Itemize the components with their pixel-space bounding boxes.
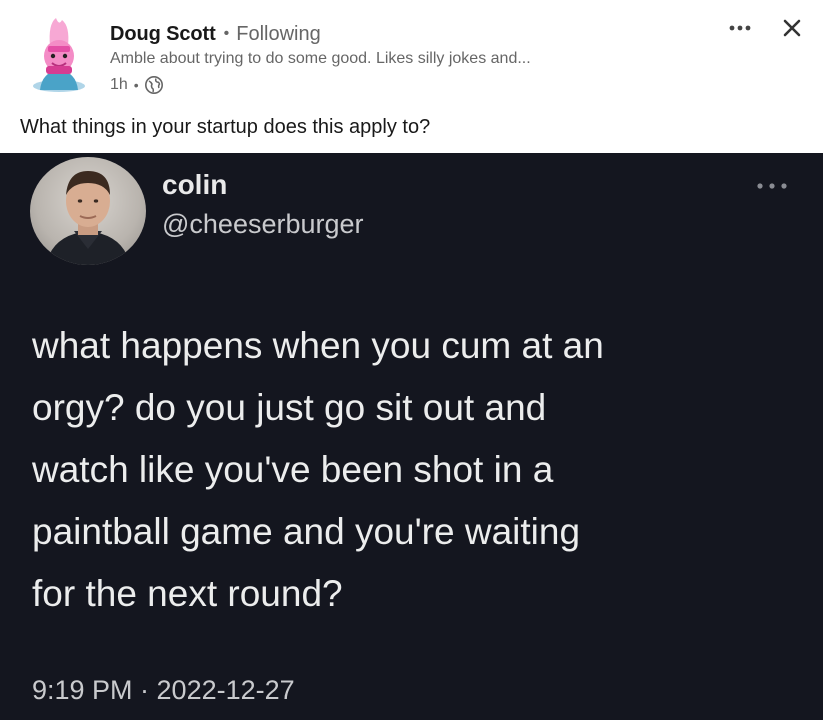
tweet-more-icon <box>752 179 792 191</box>
close-icon <box>783 19 801 37</box>
post-header: Doug Scott • Following Amble about tryin… <box>0 0 823 110</box>
post-text: What things in your startup does this ap… <box>20 116 431 138</box>
author-headline: Amble about trying to do some good. Like… <box>110 50 531 67</box>
tweet-body-line: for the next round? <box>32 573 343 614</box>
author-name[interactable]: Doug Scott <box>110 23 216 46</box>
person-photo-icon <box>46 171 130 265</box>
globe-icon <box>144 75 164 95</box>
close-button[interactable] <box>772 10 812 46</box>
author-name-row: Doug Scott • Following <box>110 22 321 46</box>
tweet-body-line: paintball game and you're waiting <box>32 511 581 552</box>
separator-dot: • <box>133 77 139 93</box>
feed-post: Doug Scott • Following Amble about tryin… <box>0 0 823 720</box>
separator-dot: • <box>223 25 230 42</box>
tweet-body-line: what happens when you cum at an <box>32 325 604 366</box>
tweet-author-handle: @cheeserburger <box>162 209 364 239</box>
tweet-body-line: orgy? do you just go sit out and <box>32 387 547 428</box>
post-time: 1h <box>110 76 128 93</box>
tweet-author-name: colin <box>162 169 228 200</box>
tweet-body: what happens when you cum at an orgy? do… <box>32 315 792 625</box>
more-horizontal-icon <box>729 25 751 31</box>
pink-character-avatar-icon <box>33 18 85 92</box>
post-meta: 1h • <box>110 74 164 96</box>
tweet-avatar <box>30 157 146 265</box>
tweet-screenshot-image[interactable]: colin @cheeserburger what happens when y… <box>0 153 823 720</box>
tweet-timestamp: 9:19 PM · 2022-12-27 <box>32 675 295 705</box>
author-avatar[interactable] <box>26 16 92 92</box>
more-options-button[interactable] <box>722 12 758 44</box>
follow-status[interactable]: Following <box>236 23 320 46</box>
tweet-body-line: watch like you've been shot in a <box>32 449 554 490</box>
